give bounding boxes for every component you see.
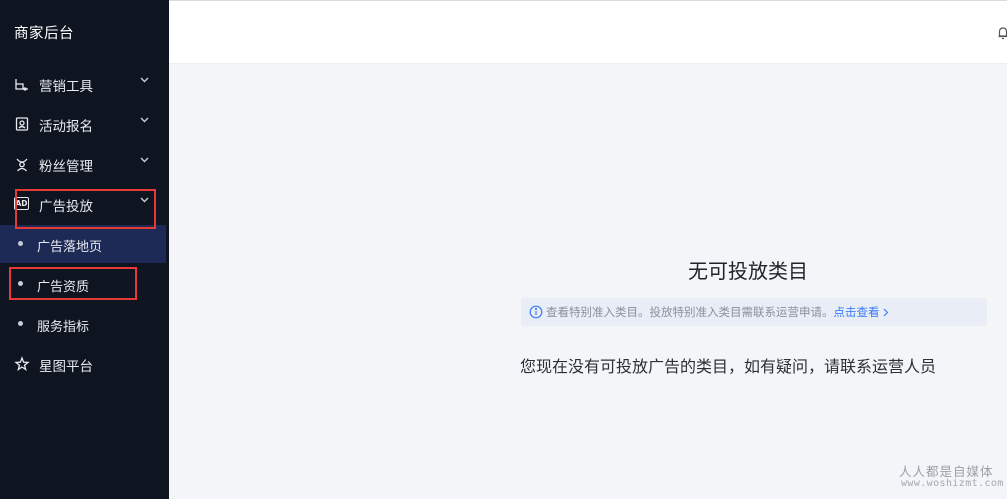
- ad-icon: AD: [14, 197, 29, 210]
- bullet-dot: [18, 241, 23, 246]
- activity-signup-icon: [15, 117, 29, 131]
- notice-bar: 查看特别准入类目。投放特别准入类目需联系运营申请。点击查看: [521, 298, 987, 326]
- view-details-link[interactable]: 点击查看: [834, 305, 889, 319]
- empty-state-hint: 您现在没有可投放广告的类目，如有疑问，请联系运营人员: [520, 357, 937, 376]
- submenu-item-service-metrics[interactable]: 服务指标: [0, 305, 166, 343]
- menu-item-activity-signup[interactable]: 活动报名: [0, 104, 166, 144]
- top-header: [169, 1, 1007, 64]
- submenu-item-ad-qualification[interactable]: 广告资质: [0, 265, 166, 303]
- chevron-right-icon: [883, 308, 888, 317]
- chevron-down-icon: [140, 157, 149, 163]
- menu-item-ad-placement[interactable]: AD 广告投放: [0, 184, 166, 224]
- bell-icon[interactable]: [998, 26, 1007, 40]
- star-map-icon: [14, 356, 30, 372]
- menu-item-fans-management[interactable]: 粉丝管理: [0, 144, 166, 184]
- menu-label: 星图平台: [39, 359, 93, 375]
- info-icon: [529, 305, 543, 319]
- view-details-label: 点击查看: [833, 305, 880, 319]
- fans-management-icon: [16, 158, 28, 172]
- bullet-dot: [18, 321, 23, 326]
- marketing-tools-icon: [15, 79, 28, 91]
- sidebar: 商家后台 营销工具 活动报名 粉丝管理 AD 广告投放 广告落地页 广告资质 服…: [0, 0, 169, 499]
- empty-state-title: 无可投放类目: [688, 259, 808, 283]
- menu-label: 活动报名: [39, 119, 93, 135]
- menu-label: 广告投放: [39, 199, 93, 215]
- bullet-dot: [18, 281, 23, 286]
- submenu-label: 服务指标: [37, 320, 90, 335]
- menu-item-star-map[interactable]: 星图平台: [0, 344, 166, 384]
- chevron-down-icon: [140, 117, 149, 123]
- submenu-label: 广告落地页: [37, 240, 103, 255]
- menu-item-marketing-tools[interactable]: 营销工具: [0, 64, 166, 104]
- submenu-item-ad-landing-page[interactable]: 广告落地页: [0, 225, 166, 263]
- chevron-up-icon: [140, 197, 149, 203]
- menu-label: 营销工具: [39, 79, 93, 95]
- chevron-down-icon: [140, 77, 149, 83]
- menu-label: 粉丝管理: [39, 159, 93, 175]
- notice-text: 查看特别准入类目。投放特别准入类目需联系运营申请。: [546, 305, 834, 319]
- brand-title: 商家后台: [14, 26, 74, 42]
- submenu-label: 广告资质: [37, 280, 90, 295]
- watermark-text-en: www.woshizmt.com: [901, 478, 1004, 489]
